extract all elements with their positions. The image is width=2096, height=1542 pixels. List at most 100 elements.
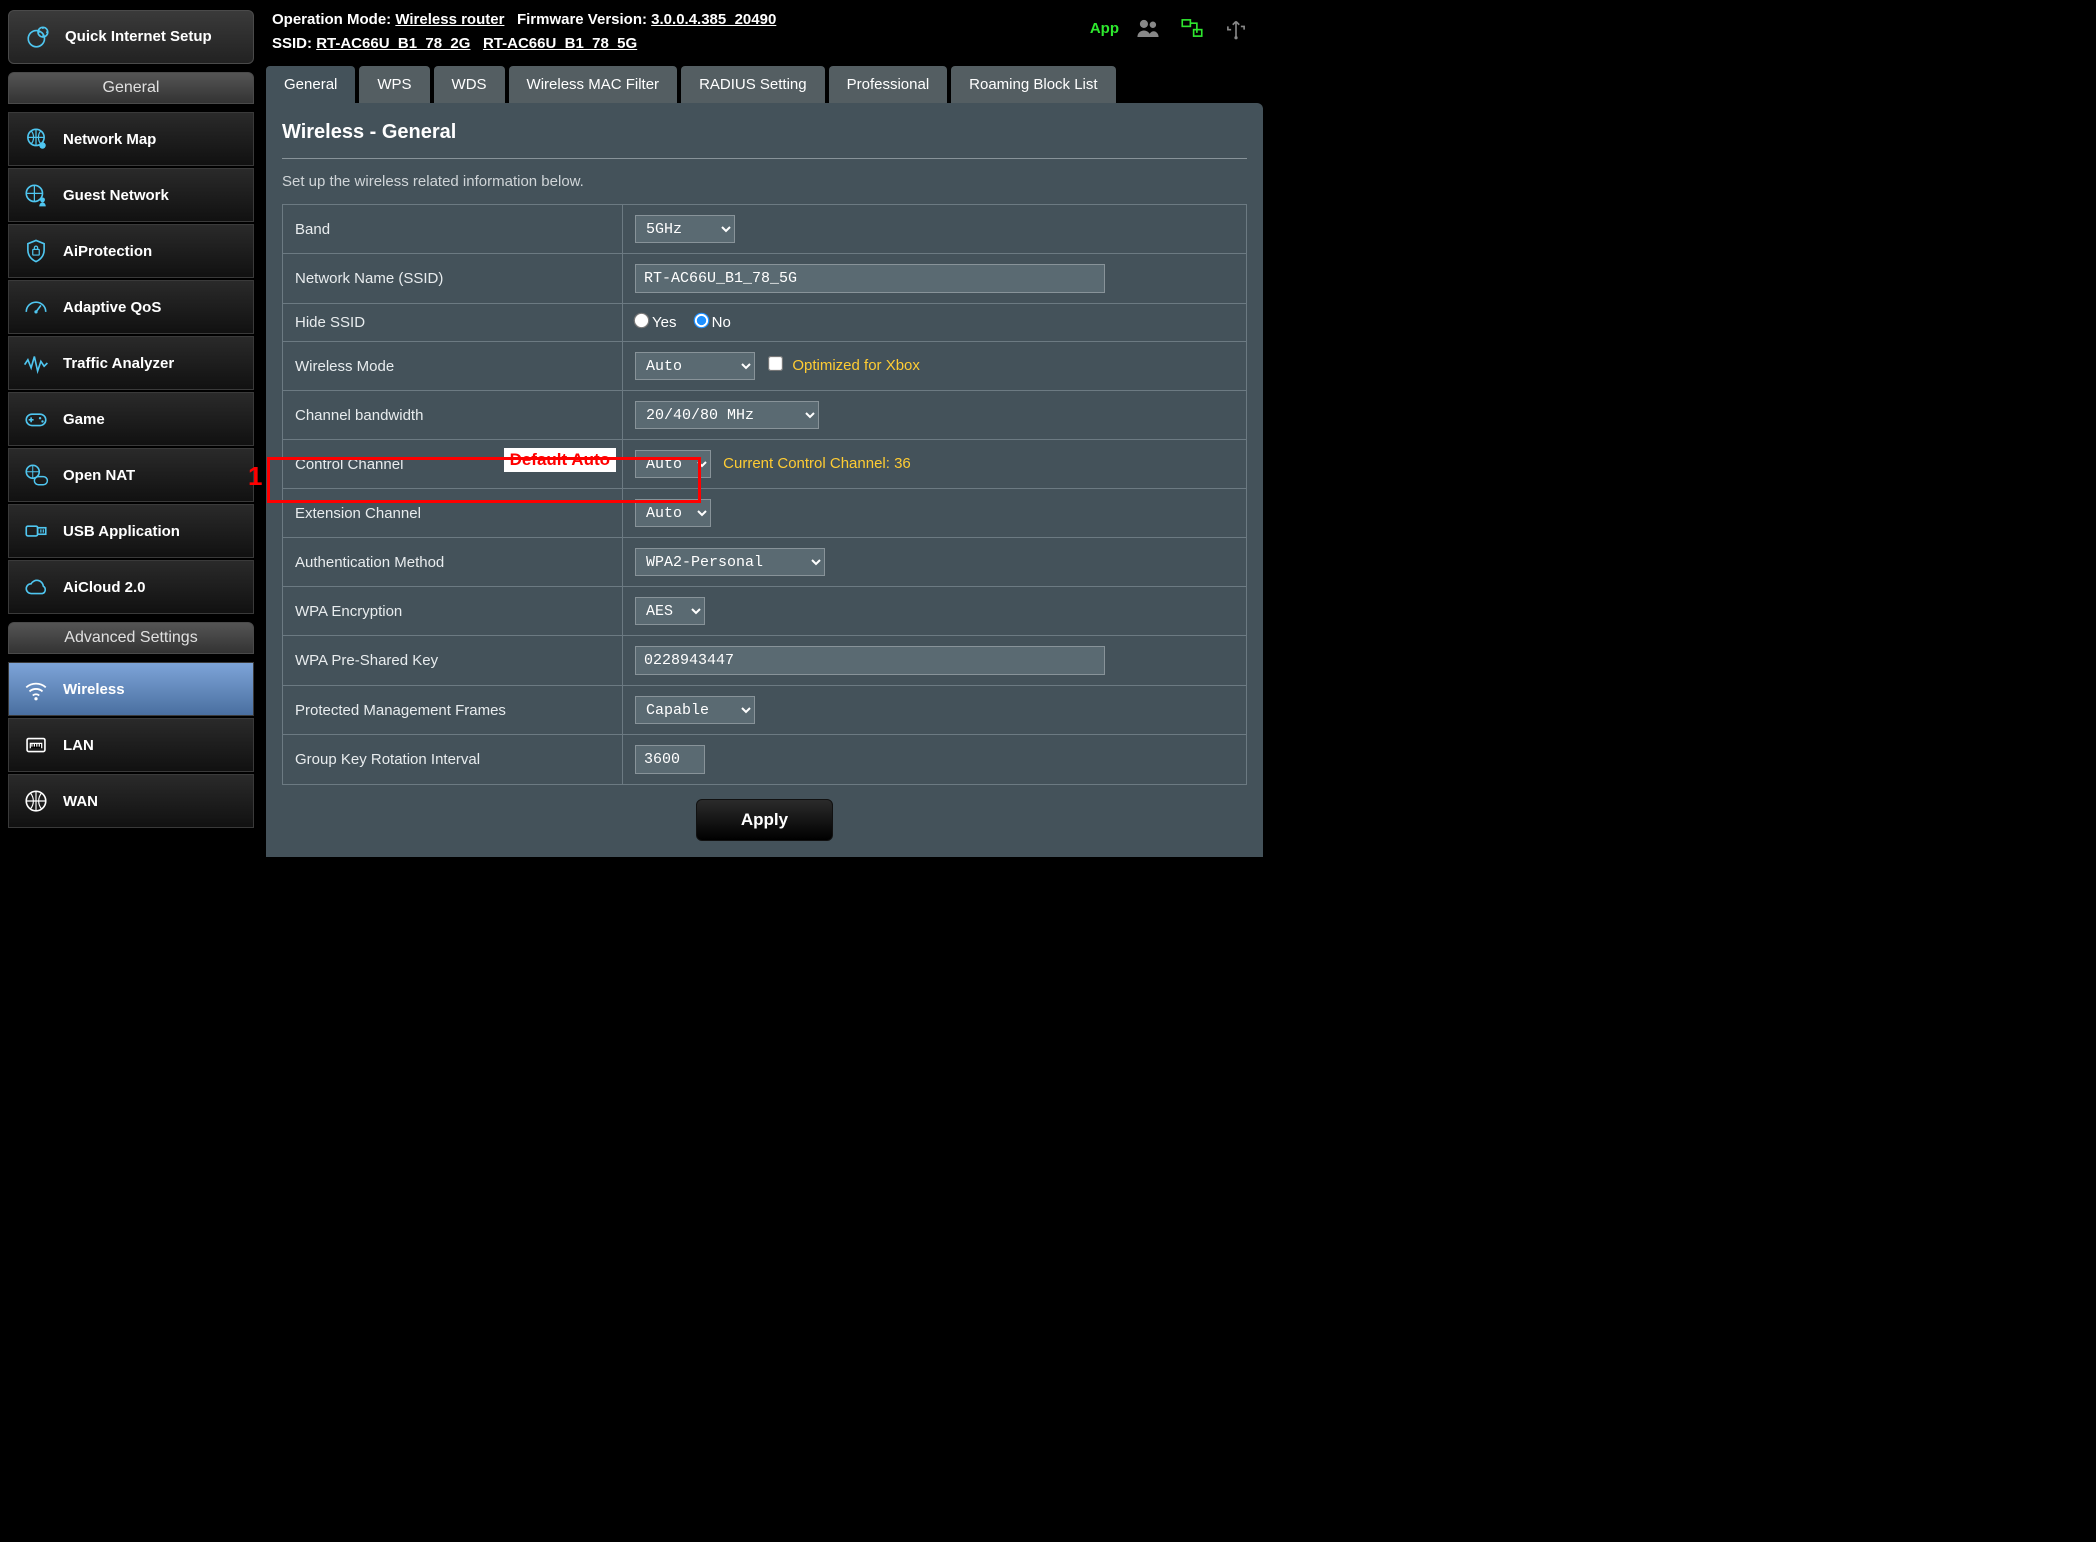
app-link[interactable]: App (1090, 20, 1119, 37)
fw-value[interactable]: 3.0.0.4.385_20490 (651, 11, 776, 28)
psk-label: WPA Pre-Shared Key (283, 636, 623, 686)
apply-button[interactable]: Apply (696, 799, 833, 841)
tab-wds[interactable]: WDS (434, 66, 505, 103)
hide-ssid-no[interactable] (693, 313, 709, 329)
usb-icon (21, 517, 51, 545)
ext-channel-select[interactable]: Auto (635, 499, 711, 527)
sidebar-item-aiprotection[interactable]: AiProtection (8, 224, 254, 278)
wifi-icon (21, 675, 51, 703)
control-channel-select[interactable]: Auto (635, 450, 711, 478)
pmf-select[interactable]: Capable (635, 696, 755, 724)
xbox-checkbox[interactable] (768, 356, 783, 371)
tab-general[interactable]: General (266, 66, 355, 103)
usb-status-icon[interactable] (1221, 14, 1251, 42)
band-select[interactable]: 5GHz (635, 215, 735, 243)
op-mode-label: Operation Mode: (272, 11, 391, 28)
sidebar-item-wan[interactable]: WAN (8, 774, 254, 828)
qis-label: Quick Internet Setup (65, 28, 212, 46)
sidebar-item-label: Traffic Analyzer (63, 355, 174, 372)
sidebar-item-label: Adaptive QoS (63, 299, 161, 316)
users-icon[interactable] (1133, 14, 1163, 42)
sidebar-item-adaptive-qos[interactable]: Adaptive QoS (8, 280, 254, 334)
gear-globe-icon (23, 23, 53, 51)
psk-input[interactable] (635, 646, 1105, 675)
sidebar: Quick Internet Setup General Network Map… (0, 0, 262, 857)
globe-icon (21, 787, 51, 815)
ext-channel-label: Extension Channel (283, 489, 623, 538)
panel-desc: Set up the wireless related information … (282, 173, 1247, 190)
fw-label: Firmware Version: (517, 11, 647, 28)
wireless-mode-select[interactable]: Auto (635, 352, 755, 380)
group-key-label: Group Key Rotation Interval (283, 735, 623, 785)
sidebar-general-group: Network Map Guest Network AiProtection A… (8, 112, 254, 614)
wireless-mode-label: Wireless Mode (283, 342, 623, 391)
sidebar-item-guest-network[interactable]: Guest Network (8, 168, 254, 222)
sidebar-header-general: General (8, 72, 254, 104)
sidebar-item-traffic-analyzer[interactable]: Traffic Analyzer (8, 336, 254, 390)
waveform-icon (21, 349, 51, 377)
sidebar-item-label: USB Application (63, 523, 180, 540)
sidebar-item-game[interactable]: Game (8, 392, 254, 446)
auth-select[interactable]: WPA2-Personal (635, 548, 825, 576)
top-icon-row: App (1090, 8, 1257, 42)
encryption-label: WPA Encryption (283, 587, 623, 636)
hide-ssid-label: Hide SSID (283, 304, 623, 342)
tab-wps[interactable]: WPS (359, 66, 429, 103)
tab-roaming-block[interactable]: Roaming Block List (951, 66, 1115, 103)
tab-mac-filter[interactable]: Wireless MAC Filter (509, 66, 678, 103)
sidebar-item-network-map[interactable]: Network Map (8, 112, 254, 166)
globe-controller-icon (21, 461, 51, 489)
ssid-2g[interactable]: RT-AC66U_B1_78_2G (316, 35, 470, 52)
sidebar-item-label: LAN (63, 737, 94, 754)
xbox-label: Optimized for Xbox (792, 357, 920, 374)
sidebar-item-label: AiCloud 2.0 (63, 579, 146, 596)
sidebar-item-label: Game (63, 411, 105, 428)
sidebar-item-open-nat[interactable]: Open NAT (8, 448, 254, 502)
pmf-label: Protected Management Frames (283, 686, 623, 735)
sidebar-item-label: Wireless (63, 681, 125, 698)
tab-row: General WPS WDS Wireless MAC Filter RADI… (262, 66, 1267, 103)
sidebar-item-wireless[interactable]: Wireless (8, 662, 254, 716)
bandwidth-select[interactable]: 20/40/80 MHz (635, 401, 819, 429)
ethernet-icon (21, 731, 51, 759)
auth-label: Authentication Method (283, 538, 623, 587)
sidebar-item-lan[interactable]: LAN (8, 718, 254, 772)
bandwidth-label: Channel bandwidth (283, 391, 623, 440)
ssid-5g[interactable]: RT-AC66U_B1_78_5G (483, 35, 637, 52)
globe-pin-icon (21, 125, 51, 153)
group-key-input[interactable] (635, 745, 705, 774)
sidebar-item-label: WAN (63, 793, 98, 810)
ssid-input[interactable] (635, 264, 1105, 293)
gamepad-icon (21, 405, 51, 433)
control-channel-hint: Current Control Channel: 36 (723, 455, 911, 472)
network-status-icon[interactable] (1177, 14, 1207, 42)
annotation-number: 1 (248, 461, 262, 492)
tab-radius[interactable]: RADIUS Setting (681, 66, 825, 103)
ssid-label: SSID: (272, 35, 312, 52)
globe-user-icon (21, 181, 51, 209)
sidebar-header-advanced: Advanced Settings (8, 622, 254, 654)
wireless-general-panel: Wireless - General Set up the wireless r… (266, 103, 1263, 857)
settings-table: Band 5GHz Network Name (SSID) Hide SSID … (282, 204, 1247, 785)
gauge-icon (21, 293, 51, 321)
sidebar-item-label: Network Map (63, 131, 156, 148)
shield-lock-icon (21, 237, 51, 265)
quick-internet-setup[interactable]: Quick Internet Setup (8, 10, 254, 64)
encryption-select[interactable]: AES (635, 597, 705, 625)
op-mode-value[interactable]: Wireless router (395, 11, 504, 28)
hide-ssid-yes[interactable] (634, 313, 650, 329)
sidebar-item-usb-application[interactable]: USB Application (8, 504, 254, 558)
tab-professional[interactable]: Professional (829, 66, 948, 103)
panel-title: Wireless - General (282, 121, 1247, 144)
sidebar-item-aicloud[interactable]: AiCloud 2.0 (8, 560, 254, 614)
top-info-bar: Operation Mode: Wireless router Firmware… (262, 0, 1267, 66)
band-label: Band (283, 205, 623, 254)
annotation-badge: Default Auto (504, 448, 616, 472)
sidebar-advanced-group: Wireless LAN WAN (8, 662, 254, 828)
sidebar-item-label: Open NAT (63, 467, 135, 484)
ssid-field-label: Network Name (SSID) (283, 254, 623, 304)
main-area: Operation Mode: Wireless router Firmware… (262, 0, 1267, 857)
sidebar-item-label: Guest Network (63, 187, 169, 204)
divider (282, 158, 1247, 159)
cloud-icon (21, 573, 51, 601)
